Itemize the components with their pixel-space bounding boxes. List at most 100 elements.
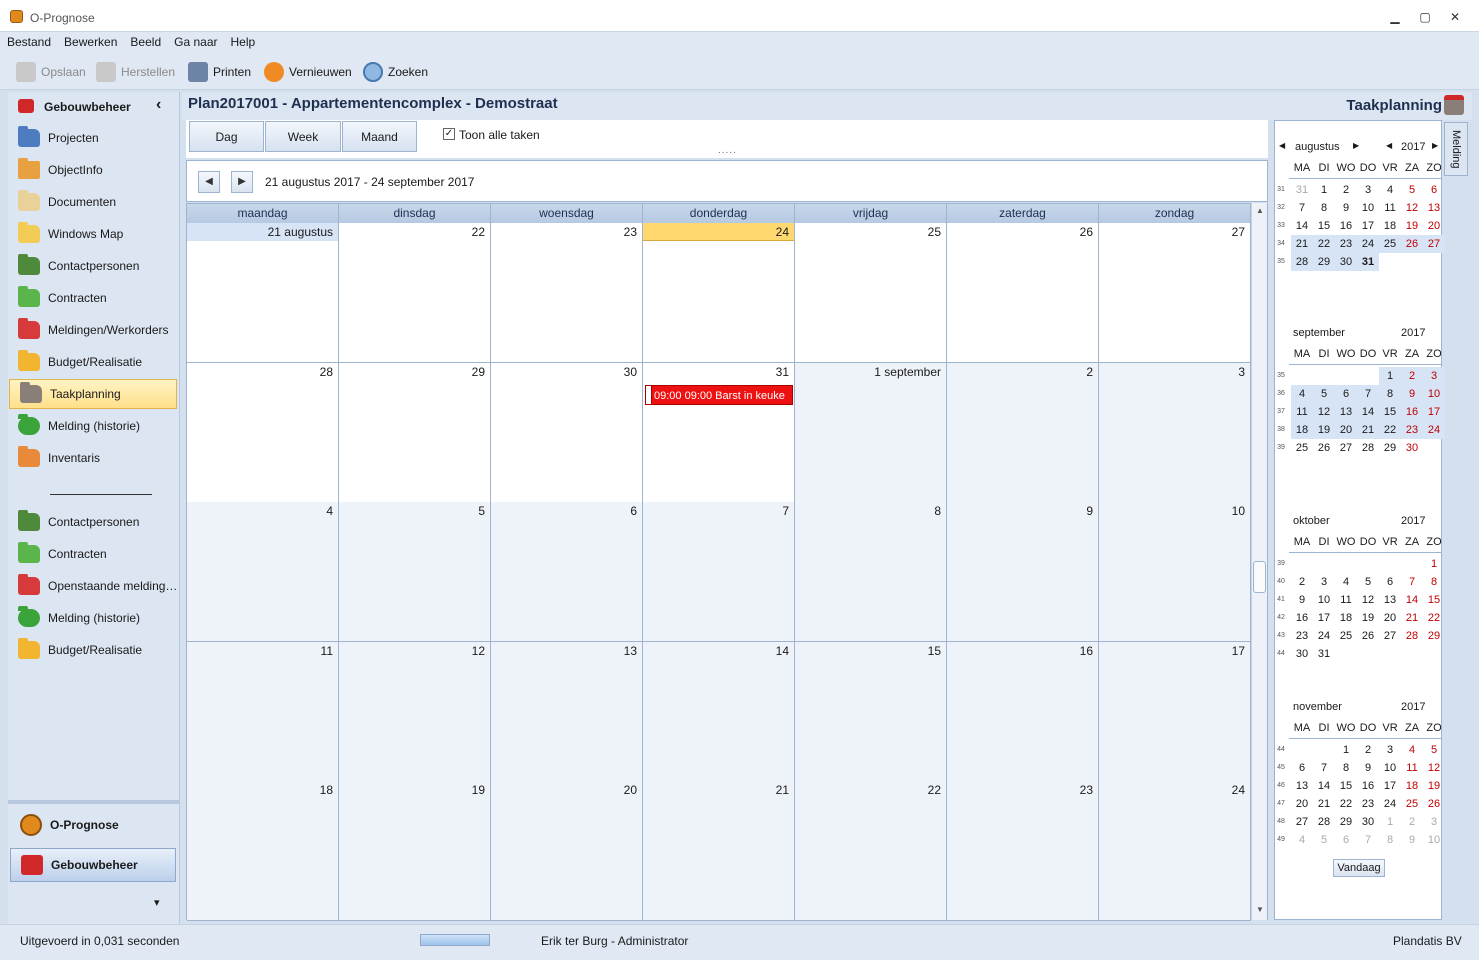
splitter[interactable] [8,800,180,804]
mini-day[interactable]: 31 [1313,645,1335,663]
mini-day[interactable]: 10 [1357,199,1379,217]
mini-day[interactable]: 24 [1357,235,1379,253]
close-button[interactable]: ✕ [1444,8,1466,26]
day-cell[interactable]: 22 [795,781,947,921]
mini-day[interactable]: 3 [1379,741,1401,759]
mini-day[interactable]: 10 [1313,591,1335,609]
mini-day[interactable]: 24 [1423,421,1445,439]
mini-day[interactable]: 31 [1357,253,1379,271]
collapse-icon[interactable]: ‹ [156,96,161,114]
nav-item-contactpersonen[interactable]: Contactpersonen [8,251,178,281]
nav-item-documenten[interactable]: Documenten [8,187,178,217]
day-cell[interactable]: 8 [795,502,947,642]
show-all-checkbox[interactable]: ✓ [443,128,455,140]
scroll-up-icon[interactable]: ▲ [1256,206,1264,215]
mini-day[interactable]: 18 [1401,777,1423,795]
mini-day[interactable]: 10 [1423,385,1445,403]
mini-day[interactable]: 20 [1423,217,1445,235]
view-week-button[interactable]: Week [265,121,341,152]
day-cell[interactable]: 14 [643,641,795,782]
mini-day[interactable]: 25 [1401,795,1423,813]
restore-button[interactable]: ▢ [1414,8,1436,26]
menu-ga-naar[interactable]: Ga naar [167,32,223,49]
mini-day[interactable]: 13 [1379,591,1401,609]
mini-day[interactable]: 26 [1423,795,1445,813]
mini-day[interactable]: 28 [1291,253,1313,271]
nav-item-contactpersonen-2[interactable]: Contactpersonen [8,507,178,537]
mini-day[interactable]: 7 [1313,759,1335,777]
day-cell[interactable]: 19 [339,781,491,921]
mini-day[interactable]: 14 [1291,217,1313,235]
mini-day[interactable]: 7 [1291,199,1313,217]
day-cell[interactable]: 6 [491,502,643,642]
mini-day[interactable]: 30 [1291,645,1313,663]
mini-day[interactable]: 11 [1335,591,1357,609]
mini-day[interactable]: 22 [1423,609,1445,627]
mini-day[interactable]: 28 [1401,627,1423,645]
day-cell[interactable]: 26 [947,223,1099,363]
mini-day[interactable]: 3 [1423,813,1445,831]
mini-day[interactable]: 16 [1335,217,1357,235]
mini-day[interactable]: 5 [1423,741,1445,759]
mini-day[interactable]: 15 [1423,591,1445,609]
mini-day[interactable]: 12 [1423,759,1445,777]
day-cell[interactable]: 16 [947,641,1099,782]
mini-day[interactable]: 11 [1401,759,1423,777]
mini-day[interactable]: 19 [1357,609,1379,627]
mini-day[interactable]: 14 [1313,777,1335,795]
mini-day[interactable]: 5 [1313,385,1335,403]
day-cell[interactable]: 12 [339,641,491,782]
nav-item-inventaris[interactable]: Inventaris [8,443,178,473]
mini-day[interactable]: 1 [1313,181,1335,199]
mini-day[interactable]: 2 [1357,741,1379,759]
mini-day[interactable]: 31 [1291,181,1313,199]
minimize-button[interactable]: ▁ [1384,8,1406,26]
day-cell[interactable]: 21 augustus [187,223,339,363]
save-button[interactable]: Opslaan [16,60,86,84]
nav-item-openstaande[interactable]: Openstaande melding… [8,571,178,601]
module-o-prognose[interactable]: O-Prognose [10,808,176,842]
day-cell[interactable]: 18 [187,781,339,921]
view-day-button[interactable]: Dag [189,121,264,152]
mini-day[interactable]: 14 [1401,591,1423,609]
mini-day[interactable]: 30 [1357,813,1379,831]
refresh-button[interactable]: Vernieuwen [264,60,352,84]
day-cell[interactable]: 3 [1099,362,1251,503]
mini-day[interactable]: 18 [1379,217,1401,235]
mini-day[interactable]: 20 [1379,609,1401,627]
mini-day[interactable]: 23 [1335,235,1357,253]
mini-next-month-icon[interactable]: ▶ [1353,141,1359,150]
mini-day[interactable]: 5 [1401,181,1423,199]
mini-day[interactable]: 4 [1335,573,1357,591]
day-cell[interactable]: 1 september [795,362,947,503]
day-cell[interactable]: 25 [795,223,947,363]
mini-day[interactable]: 17 [1357,217,1379,235]
day-cell[interactable]: 2 [947,362,1099,503]
mini-day[interactable]: 27 [1423,235,1445,253]
next-period-button[interactable]: ▶ [231,171,253,193]
mini-day[interactable]: 26 [1357,627,1379,645]
mini-day[interactable]: 21 [1291,235,1313,253]
mini-day[interactable]: 30 [1401,439,1423,457]
mini-day[interactable]: 5 [1313,831,1335,849]
mini-day[interactable]: 12 [1313,403,1335,421]
day-cell[interactable]: 4 [187,502,339,642]
nav-item-meldingen[interactable]: Meldingen/Werkorders [8,315,178,345]
mini-day[interactable]: 26 [1401,235,1423,253]
day-cell[interactable]: 15 [795,641,947,782]
mini-day[interactable]: 9 [1335,199,1357,217]
mini-day[interactable]: 14 [1357,403,1379,421]
day-cell[interactable]: 22 [339,223,491,363]
day-cell[interactable]: 20 [491,781,643,921]
mini-day[interactable]: 26 [1313,439,1335,457]
nav-item-contracten[interactable]: Contracten [8,283,178,313]
mini-day[interactable]: 25 [1379,235,1401,253]
mini-day[interactable]: 13 [1335,403,1357,421]
melding-side-tab[interactable]: Melding [1444,122,1468,176]
mini-day[interactable]: 27 [1291,813,1313,831]
nav-item-projecten[interactable]: Projecten [8,123,178,153]
mini-day[interactable]: 8 [1313,199,1335,217]
mini-day[interactable]: 1 [1379,367,1401,385]
mini-day[interactable]: 29 [1379,439,1401,457]
mini-day[interactable]: 9 [1401,385,1423,403]
